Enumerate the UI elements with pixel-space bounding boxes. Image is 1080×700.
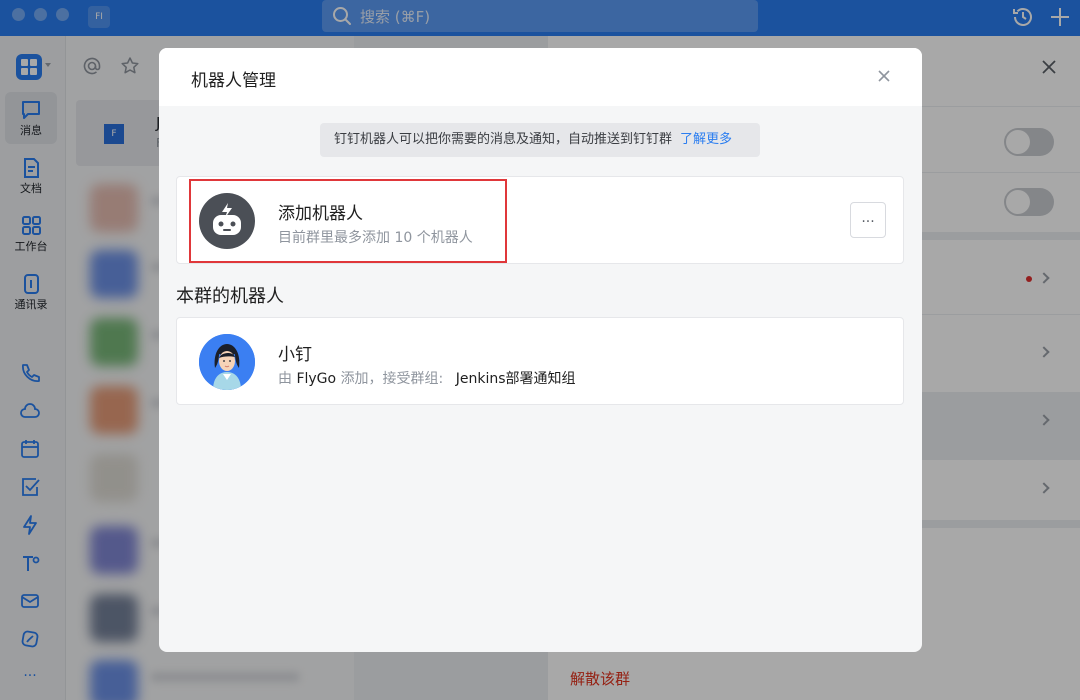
- highlight-box: [189, 179, 507, 263]
- robot-list-item[interactable]: 小钉 由 FlyGo 添加，接受群组: Jenkins部署通知组: [176, 317, 904, 405]
- more-options-button[interactable]: ...: [850, 202, 886, 238]
- add-robot-card[interactable]: 添加机器人 目前群里最多添加 10 个机器人 ...: [176, 176, 904, 264]
- close-icon[interactable]: [876, 68, 892, 84]
- robot-info-notice: 钉钉机器人可以把你需要的消息及通知，自动推送到钉钉群 了解更多: [320, 123, 760, 157]
- robot-name: 小钉: [278, 345, 312, 365]
- group-robots-heading: 本群的机器人: [176, 286, 284, 307]
- notice-text: 钉钉机器人可以把你需要的消息及通知，自动推送到钉钉群: [334, 132, 673, 147]
- robot-detail: 由 FlyGo 添加，接受群组: Jenkins部署通知组: [278, 368, 576, 388]
- dialog-header: 机器人管理: [159, 48, 922, 106]
- dialog-title: 机器人管理: [191, 71, 276, 91]
- robot-group-name: Jenkins部署通知组: [455, 371, 576, 387]
- robot-detail-prefix: 由: [278, 371, 292, 387]
- robot-management-dialog: 机器人管理 钉钉机器人可以把你需要的消息及通知，自动推送到钉钉群 了解更多 添加机…: [159, 48, 922, 652]
- learn-more-link[interactable]: 了解更多: [680, 132, 732, 147]
- avatar: [199, 334, 255, 390]
- robot-added-by: FlyGo: [296, 371, 337, 387]
- robot-added-text: 添加，接受群组:: [340, 371, 444, 387]
